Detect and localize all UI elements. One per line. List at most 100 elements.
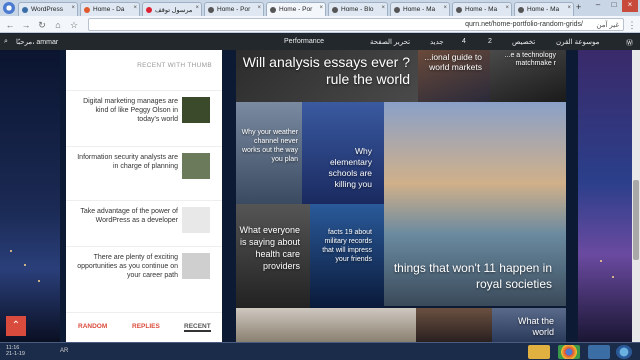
tab-label: مرسول توقف bbox=[155, 7, 193, 14]
tab-recent[interactable]: RECENT bbox=[184, 323, 211, 332]
home-icon[interactable]: ⌂ bbox=[52, 19, 64, 31]
browser-tab[interactable]: Home - Blo × bbox=[328, 2, 388, 16]
post-tile[interactable] bbox=[236, 308, 416, 342]
back-icon[interactable]: ← bbox=[4, 19, 16, 31]
back-to-top-button[interactable]: ⌃ bbox=[6, 316, 26, 336]
browser-tab[interactable]: Home - Ma × bbox=[514, 2, 574, 16]
site-name[interactable]: موسوعة القرن bbox=[556, 38, 599, 46]
post-thumbnail[interactable] bbox=[182, 253, 210, 279]
sidebar-post[interactable]: Take advantage of the power of WordPress… bbox=[66, 200, 222, 250]
wp-admin-bar: ⌕ مرحبًا، ammar Performance تخصيص 2 4 جد… bbox=[0, 34, 640, 50]
tile-title[interactable]: What everyone is saying about health car… bbox=[236, 224, 300, 272]
post-tile[interactable]: things that won't 11 happen in royal soc… bbox=[384, 102, 566, 306]
tile-title[interactable]: ...ional guide to world markets bbox=[422, 52, 482, 72]
post-tile[interactable]: Why elementary schools are killing you bbox=[302, 102, 384, 204]
browser-tab[interactable]: مرسول توقف × bbox=[142, 2, 202, 16]
tab-close-icon[interactable]: × bbox=[133, 5, 137, 11]
menu-icon[interactable]: ⋮ bbox=[626, 19, 638, 31]
tab-label: Home - Por bbox=[279, 6, 313, 13]
post-tile[interactable]: ...e a technology matchmake r bbox=[490, 50, 566, 102]
post-tile[interactable]: What the world bbox=[492, 308, 566, 342]
tab-favicon-icon bbox=[22, 7, 28, 13]
system-clock[interactable]: 11:16 21-1-19 bbox=[6, 345, 25, 357]
post-thumbnail[interactable] bbox=[182, 207, 210, 233]
reload-icon[interactable]: ↻ bbox=[36, 19, 48, 31]
minimize-icon[interactable]: – bbox=[590, 0, 606, 12]
tab-favicon-icon bbox=[208, 7, 214, 13]
background-city-right bbox=[578, 50, 640, 342]
maximize-icon[interactable]: □ bbox=[606, 0, 622, 12]
url-text: qurn.net/home-portfolio-random-grids/ bbox=[465, 21, 583, 28]
page-scrollbar[interactable] bbox=[632, 50, 640, 342]
tab-close-icon[interactable]: × bbox=[195, 5, 199, 11]
tab-close-icon[interactable]: × bbox=[257, 5, 261, 11]
language-indicator[interactable]: AR bbox=[60, 348, 68, 354]
bookmark-star-icon[interactable]: ☆ bbox=[68, 19, 80, 31]
browser-tab[interactable]: Home - Ma × bbox=[452, 2, 512, 16]
search-icon[interactable]: ⌕ bbox=[4, 38, 8, 46]
browser-tab[interactable]: Home - Por × bbox=[204, 2, 264, 16]
scrollbar-thumb[interactable] bbox=[633, 180, 639, 260]
admin-item-new[interactable]: جديد bbox=[430, 38, 444, 46]
sidebar-post-title[interactable]: There are plenty of exciting opportuniti… bbox=[74, 253, 178, 280]
windows-start-icon[interactable] bbox=[616, 345, 632, 359]
admin-item-edit-page[interactable]: تحرير الصفحة bbox=[370, 38, 410, 46]
browser-tab[interactable]: WordPress × bbox=[18, 2, 78, 16]
tab-replies[interactable]: REPLIES bbox=[132, 323, 160, 330]
sidebar-post-title[interactable]: Take advantage of the power of WordPress… bbox=[74, 207, 178, 225]
close-window-icon[interactable]: × bbox=[622, 0, 638, 12]
browser-tab-strip: WordPress × Home - Da × مرسول توقف × Home - Po… bbox=[0, 0, 640, 16]
sidebar-post[interactable]: There are plenty of exciting opportuniti… bbox=[66, 246, 222, 296]
post-thumbnail[interactable] bbox=[182, 153, 210, 179]
sidebar-post[interactable]: Information security analysts are in cha… bbox=[66, 146, 222, 196]
post-tile[interactable]: Will analysis essays ever ?rule the worl… bbox=[236, 50, 418, 102]
tab-close-icon[interactable]: × bbox=[567, 5, 571, 11]
tab-favicon-icon bbox=[456, 7, 462, 13]
sidebar-post-title[interactable]: Information security analysts are in cha… bbox=[74, 153, 178, 171]
post-tile[interactable] bbox=[416, 308, 492, 342]
tile-title[interactable]: facts 19 about military records that wil… bbox=[318, 228, 372, 264]
tile-title[interactable]: Why your weather channel never works out… bbox=[240, 128, 298, 164]
tab-label: Home - Ma bbox=[527, 6, 560, 13]
browser-logo-icon bbox=[3, 2, 15, 14]
post-thumbnail[interactable] bbox=[182, 97, 210, 123]
performance-menu[interactable]: Performance bbox=[284, 38, 324, 45]
post-tile[interactable]: What everyone is saying about health car… bbox=[236, 204, 310, 308]
tile-title[interactable]: ...e a technology matchmake r bbox=[500, 52, 556, 68]
file-explorer-icon[interactable] bbox=[528, 345, 550, 359]
tile-title[interactable]: What the world bbox=[498, 316, 554, 338]
comments-count[interactable]: 2 bbox=[488, 38, 492, 45]
tab-close-icon[interactable]: × bbox=[319, 5, 323, 11]
tab-random[interactable]: RANDOM bbox=[78, 323, 107, 330]
background-city-left bbox=[0, 50, 60, 342]
admin-item-customize[interactable]: تخصيص bbox=[512, 38, 535, 46]
admin-user[interactable]: مرحبًا، ammar bbox=[16, 38, 58, 46]
tab-label: WordPress bbox=[31, 6, 64, 13]
tile-title[interactable]: Why elementary schools are killing you bbox=[312, 146, 372, 190]
updates-count[interactable]: 4 bbox=[462, 38, 466, 45]
tab-close-icon[interactable]: × bbox=[381, 5, 385, 11]
address-bar[interactable]: qurn.net/home-portfolio-random-grids/ غي… bbox=[88, 18, 624, 31]
browser-icon[interactable] bbox=[588, 345, 610, 359]
browser-tab[interactable]: Home - Da × bbox=[80, 2, 140, 16]
tab-close-icon[interactable]: × bbox=[71, 5, 75, 11]
chrome-icon[interactable] bbox=[558, 345, 580, 359]
tab-favicon-icon bbox=[84, 7, 90, 13]
post-tile[interactable]: ...ional guide to world markets bbox=[418, 50, 490, 102]
browser-tab[interactable]: Home - Por × bbox=[266, 2, 326, 16]
sidebar-post[interactable]: Digital marketing manages are kind of li… bbox=[66, 90, 222, 140]
sidebar-post-title[interactable]: Digital marketing manages are kind of li… bbox=[74, 97, 178, 124]
tab-favicon-icon bbox=[394, 7, 400, 13]
tab-close-icon[interactable]: × bbox=[443, 5, 447, 11]
new-tab-button[interactable]: + bbox=[576, 2, 581, 12]
wp-logo-icon[interactable]: Ⓦ bbox=[626, 38, 633, 48]
forward-icon[interactable]: → bbox=[20, 19, 32, 31]
page-viewport: RECENT WITH THUMB Digital marketing mana… bbox=[0, 50, 640, 342]
post-tile[interactable]: Why your weather channel never works out… bbox=[236, 102, 302, 204]
browser-tab[interactable]: Home - Ma × bbox=[390, 2, 450, 16]
post-tile[interactable]: facts 19 about military records that wil… bbox=[310, 204, 384, 308]
tile-title[interactable]: things that won't 11 happen in royal soc… bbox=[392, 260, 552, 292]
browser-toolbar: ← → ↻ ⌂ ☆ qurn.net/home-portfolio-random… bbox=[0, 16, 640, 33]
tab-close-icon[interactable]: × bbox=[505, 5, 509, 11]
tile-title[interactable]: Will analysis essays ever ?rule the worl… bbox=[240, 54, 410, 88]
